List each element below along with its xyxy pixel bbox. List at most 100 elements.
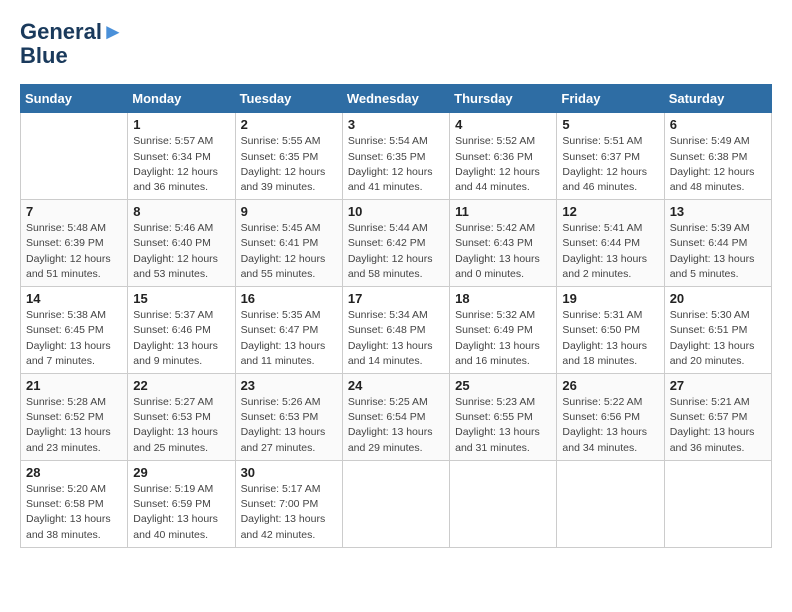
- day-cell: 3 Sunrise: 5:54 AM Sunset: 6:35 PM Daylig…: [342, 113, 449, 200]
- day-cell: [450, 460, 557, 547]
- day-number: 17: [348, 291, 444, 306]
- day-info: Sunrise: 5:19 AM Sunset: 6:59 PM Dayligh…: [133, 482, 229, 543]
- day-number: 18: [455, 291, 551, 306]
- day-info: Sunrise: 5:44 AM Sunset: 6:42 PM Dayligh…: [348, 221, 444, 282]
- day-info: Sunrise: 5:22 AM Sunset: 6:56 PM Dayligh…: [562, 395, 658, 456]
- day-info: Sunrise: 5:35 AM Sunset: 6:47 PM Dayligh…: [241, 308, 337, 369]
- day-info: Sunrise: 5:39 AM Sunset: 6:44 PM Dayligh…: [670, 221, 766, 282]
- day-number: 16: [241, 291, 337, 306]
- day-cell: 25 Sunrise: 5:23 AM Sunset: 6:55 PM Dayli…: [450, 374, 557, 461]
- day-number: 15: [133, 291, 229, 306]
- day-cell: 4 Sunrise: 5:52 AM Sunset: 6:36 PM Daylig…: [450, 113, 557, 200]
- logo-text: General►Blue: [20, 20, 124, 68]
- weekday-header-row: SundayMondayTuesdayWednesdayThursdayFrid…: [21, 85, 772, 113]
- day-info: Sunrise: 5:37 AM Sunset: 6:46 PM Dayligh…: [133, 308, 229, 369]
- day-number: 1: [133, 117, 229, 132]
- week-row-1: 1 Sunrise: 5:57 AM Sunset: 6:34 PM Daylig…: [21, 113, 772, 200]
- day-number: 9: [241, 204, 337, 219]
- day-number: 29: [133, 465, 229, 480]
- day-info: Sunrise: 5:54 AM Sunset: 6:35 PM Dayligh…: [348, 134, 444, 195]
- day-cell: 5Sunrise: 5:51 AM Sunset: 6:37 PM Daylig…: [557, 113, 664, 200]
- day-cell: 27 Sunrise: 5:21 AM Sunset: 6:57 PM Dayli…: [664, 374, 771, 461]
- day-number: 25: [455, 378, 551, 393]
- day-cell: 19 Sunrise: 5:31 AM Sunset: 6:50 PM Dayli…: [557, 287, 664, 374]
- day-number: 8: [133, 204, 229, 219]
- day-info: Sunrise: 5:27 AM Sunset: 6:53 PM Dayligh…: [133, 395, 229, 456]
- weekday-sunday: Sunday: [21, 85, 128, 113]
- day-cell: 18Sunrise: 5:32 AM Sunset: 6:49 PM Dayli…: [450, 287, 557, 374]
- day-cell: 6 Sunrise: 5:49 AM Sunset: 6:38 PM Daylig…: [664, 113, 771, 200]
- day-number: 5: [562, 117, 658, 132]
- day-info: Sunrise: 5:28 AM Sunset: 6:52 PM Dayligh…: [26, 395, 122, 456]
- day-number: 4: [455, 117, 551, 132]
- day-number: 11: [455, 204, 551, 219]
- day-cell: 23Sunrise: 5:26 AM Sunset: 6:53 PM Dayli…: [235, 374, 342, 461]
- day-info: Sunrise: 5:49 AM Sunset: 6:38 PM Dayligh…: [670, 134, 766, 195]
- calendar-body: 1 Sunrise: 5:57 AM Sunset: 6:34 PM Daylig…: [21, 113, 772, 547]
- day-number: 13: [670, 204, 766, 219]
- day-number: 28: [26, 465, 122, 480]
- day-number: 21: [26, 378, 122, 393]
- day-info: Sunrise: 5:55 AM Sunset: 6:35 PM Dayligh…: [241, 134, 337, 195]
- day-cell: 11 Sunrise: 5:42 AM Sunset: 6:43 PM Dayli…: [450, 200, 557, 287]
- day-info: Sunrise: 5:20 AM Sunset: 6:58 PM Dayligh…: [26, 482, 122, 543]
- week-row-3: 14 Sunrise: 5:38 AM Sunset: 6:45 PM Dayli…: [21, 287, 772, 374]
- day-number: 27: [670, 378, 766, 393]
- day-cell: 8 Sunrise: 5:46 AM Sunset: 6:40 PM Daylig…: [128, 200, 235, 287]
- day-info: Sunrise: 5:38 AM Sunset: 6:45 PM Dayligh…: [26, 308, 122, 369]
- day-info: Sunrise: 5:23 AM Sunset: 6:55 PM Dayligh…: [455, 395, 551, 456]
- day-number: 19: [562, 291, 658, 306]
- day-cell: 14 Sunrise: 5:38 AM Sunset: 6:45 PM Dayli…: [21, 287, 128, 374]
- day-cell: 1 Sunrise: 5:57 AM Sunset: 6:34 PM Daylig…: [128, 113, 235, 200]
- day-info: Sunrise: 5:45 AM Sunset: 6:41 PM Dayligh…: [241, 221, 337, 282]
- day-cell: 7Sunrise: 5:48 AM Sunset: 6:39 PM Daylig…: [21, 200, 128, 287]
- logo: General►Blue: [20, 20, 124, 68]
- day-number: 6: [670, 117, 766, 132]
- day-number: 3: [348, 117, 444, 132]
- day-cell: [21, 113, 128, 200]
- day-cell: 10Sunrise: 5:44 AM Sunset: 6:42 PM Dayli…: [342, 200, 449, 287]
- day-info: Sunrise: 5:31 AM Sunset: 6:50 PM Dayligh…: [562, 308, 658, 369]
- calendar-header: SundayMondayTuesdayWednesdayThursdayFrid…: [21, 85, 772, 113]
- day-number: 24: [348, 378, 444, 393]
- day-info: Sunrise: 5:57 AM Sunset: 6:34 PM Dayligh…: [133, 134, 229, 195]
- day-cell: 24Sunrise: 5:25 AM Sunset: 6:54 PM Dayli…: [342, 374, 449, 461]
- week-row-5: 28 Sunrise: 5:20 AM Sunset: 6:58 PM Dayli…: [21, 460, 772, 547]
- day-info: Sunrise: 5:46 AM Sunset: 6:40 PM Dayligh…: [133, 221, 229, 282]
- day-info: Sunrise: 5:41 AM Sunset: 6:44 PM Dayligh…: [562, 221, 658, 282]
- day-info: Sunrise: 5:34 AM Sunset: 6:48 PM Dayligh…: [348, 308, 444, 369]
- day-info: Sunrise: 5:48 AM Sunset: 6:39 PM Dayligh…: [26, 221, 122, 282]
- calendar-table: SundayMondayTuesdayWednesdayThursdayFrid…: [20, 84, 772, 547]
- day-cell: [342, 460, 449, 547]
- day-cell: 2 Sunrise: 5:55 AM Sunset: 6:35 PM Daylig…: [235, 113, 342, 200]
- day-number: 30: [241, 465, 337, 480]
- day-info: Sunrise: 5:42 AM Sunset: 6:43 PM Dayligh…: [455, 221, 551, 282]
- day-info: Sunrise: 5:26 AM Sunset: 6:53 PM Dayligh…: [241, 395, 337, 456]
- day-cell: 22Sunrise: 5:27 AM Sunset: 6:53 PM Dayli…: [128, 374, 235, 461]
- day-info: Sunrise: 5:52 AM Sunset: 6:36 PM Dayligh…: [455, 134, 551, 195]
- week-row-2: 7Sunrise: 5:48 AM Sunset: 6:39 PM Daylig…: [21, 200, 772, 287]
- day-cell: 29 Sunrise: 5:19 AM Sunset: 6:59 PM Dayli…: [128, 460, 235, 547]
- day-cell: 17 Sunrise: 5:34 AM Sunset: 6:48 PM Dayli…: [342, 287, 449, 374]
- day-number: 20: [670, 291, 766, 306]
- day-cell: 30 Sunrise: 5:17 AM Sunset: 7:00 PM Dayli…: [235, 460, 342, 547]
- day-number: 14: [26, 291, 122, 306]
- day-cell: 20Sunrise: 5:30 AM Sunset: 6:51 PM Dayli…: [664, 287, 771, 374]
- day-cell: 28 Sunrise: 5:20 AM Sunset: 6:58 PM Dayli…: [21, 460, 128, 547]
- page-header: General►Blue: [20, 20, 772, 68]
- day-cell: 13 Sunrise: 5:39 AM Sunset: 6:44 PM Dayli…: [664, 200, 771, 287]
- day-info: Sunrise: 5:21 AM Sunset: 6:57 PM Dayligh…: [670, 395, 766, 456]
- day-cell: 16 Sunrise: 5:35 AM Sunset: 6:47 PM Dayli…: [235, 287, 342, 374]
- week-row-4: 21 Sunrise: 5:28 AM Sunset: 6:52 PM Dayli…: [21, 374, 772, 461]
- day-cell: 21 Sunrise: 5:28 AM Sunset: 6:52 PM Dayli…: [21, 374, 128, 461]
- day-number: 2: [241, 117, 337, 132]
- day-cell: 26 Sunrise: 5:22 AM Sunset: 6:56 PM Dayli…: [557, 374, 664, 461]
- day-cell: 15 Sunrise: 5:37 AM Sunset: 6:46 PM Dayli…: [128, 287, 235, 374]
- weekday-monday: Monday: [128, 85, 235, 113]
- day-cell: 12Sunrise: 5:41 AM Sunset: 6:44 PM Dayli…: [557, 200, 664, 287]
- day-cell: [664, 460, 771, 547]
- day-cell: 9 Sunrise: 5:45 AM Sunset: 6:41 PM Daylig…: [235, 200, 342, 287]
- weekday-thursday: Thursday: [450, 85, 557, 113]
- day-info: Sunrise: 5:17 AM Sunset: 7:00 PM Dayligh…: [241, 482, 337, 543]
- day-number: 26: [562, 378, 658, 393]
